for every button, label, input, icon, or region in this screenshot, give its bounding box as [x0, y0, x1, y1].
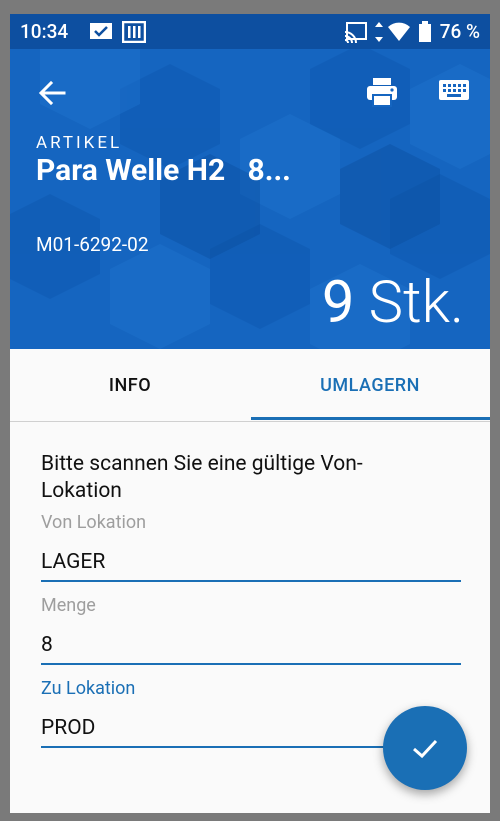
menge-field[interactable]: 8: [41, 633, 53, 657]
quantity-value: 9: [321, 269, 355, 337]
app-screen: 10:34 76 % ARTIKEL Para Welle H2 8... M0…: [10, 14, 490, 813]
article-number: M01-6292-02: [36, 233, 149, 256]
active-tab-indicator: [251, 417, 490, 420]
keyboard-icon[interactable]: [438, 77, 470, 105]
quantity-display: 9 Stk.: [322, 269, 464, 337]
tab-bar: INFO UMLAGERN: [10, 349, 490, 422]
check-icon: [413, 739, 438, 759]
cast-icon: [344, 21, 368, 48]
menge-label: Menge: [41, 595, 96, 616]
tab-info[interactable]: INFO: [10, 349, 250, 421]
scan-prompt: Bitte scannen Sie eine gültige Von-Lokat…: [41, 452, 363, 503]
status-bar: 10:34 76 %: [10, 14, 490, 49]
zu-lokation-label: Zu Lokation: [41, 678, 136, 699]
tab-umlagern[interactable]: UMLAGERN: [250, 349, 490, 421]
print-icon[interactable]: [365, 75, 399, 109]
von-lokation-underline: [41, 580, 461, 582]
zu-lokation-field[interactable]: PROD: [41, 716, 95, 740]
menge-underline: [41, 663, 461, 665]
quantity-unit: Stk.: [368, 269, 464, 337]
von-lokation-field[interactable]: LAGER: [41, 550, 105, 574]
confirm-button[interactable]: [383, 706, 467, 790]
battery-percent: 76 %: [439, 20, 480, 43]
sim-card-icon: [121, 20, 147, 48]
wifi-icon: [387, 21, 411, 48]
von-lokation-label: Von Lokation: [41, 512, 147, 533]
data-arrows-icon: [373, 21, 385, 48]
article-header: ARTIKEL Para Welle H2 8... M01-6292-02 9…: [10, 49, 490, 349]
back-arrow-icon[interactable]: [36, 77, 68, 109]
mail-check-icon: [89, 21, 113, 48]
status-time: 10:34: [20, 20, 69, 43]
battery-icon: [418, 21, 432, 48]
section-label: ARTIKEL: [36, 133, 123, 153]
article-title: Para Welle H2 8...: [36, 153, 291, 188]
